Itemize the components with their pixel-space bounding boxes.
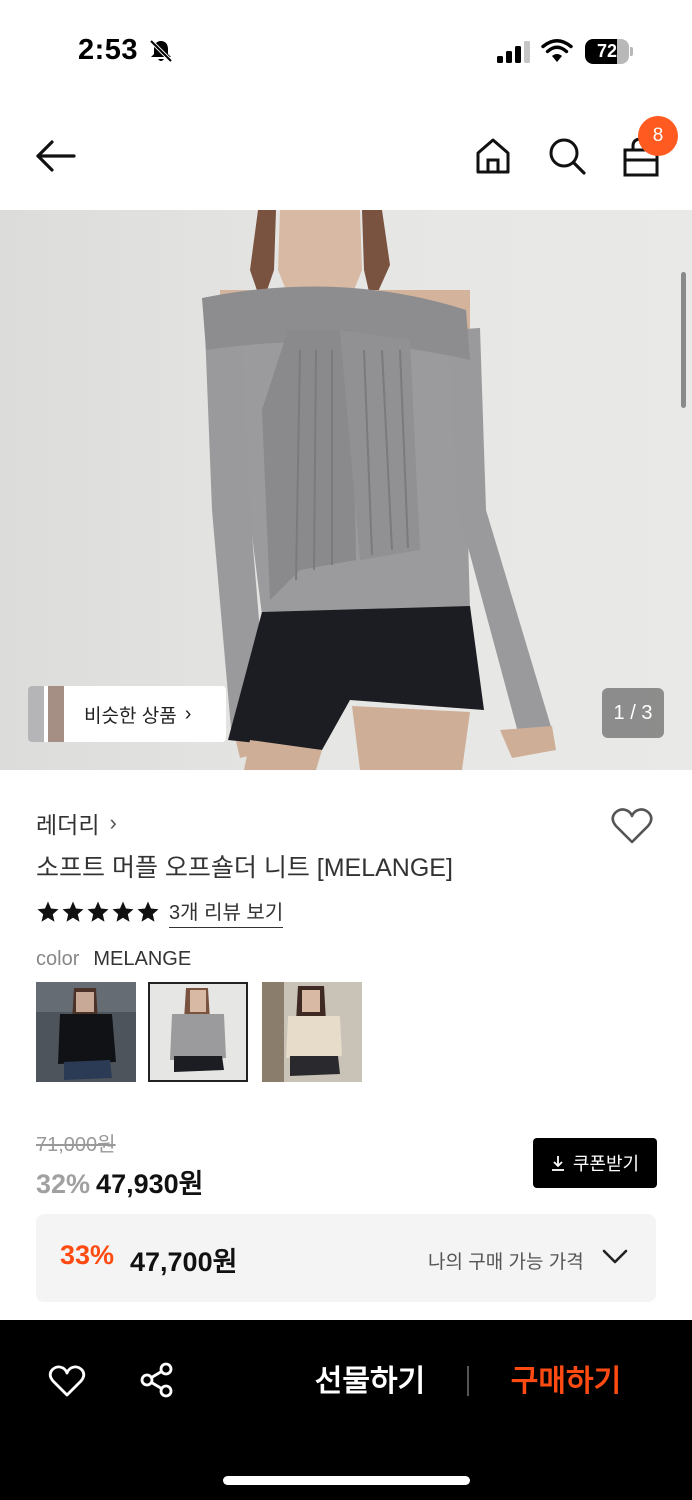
star-icon — [112, 901, 134, 922]
color-label: color — [36, 948, 80, 970]
status-time: 2:53 — [78, 34, 139, 66]
color-swatch-black[interactable] — [36, 982, 136, 1082]
coupon-label: 쿠폰받기 — [572, 1154, 640, 1174]
download-icon — [551, 1156, 564, 1171]
home-icon[interactable] — [474, 136, 512, 176]
chevron-right-icon: › — [109, 810, 117, 835]
back-arrow-icon[interactable] — [34, 136, 78, 176]
star-icon — [62, 901, 84, 922]
review-link[interactable]: 3개 리뷰 보기 — [169, 896, 284, 928]
color-swatch-melange[interactable] — [148, 982, 248, 1082]
product-title: 소프트 머플 오프숄더 니트 [MELANGE] — [36, 854, 453, 882]
home-indicator — [223, 1476, 470, 1485]
top-nav-bar — [0, 100, 692, 210]
discount-rate: 32% — [36, 1169, 91, 1199]
cart-count-badge: 8 — [638, 116, 678, 156]
image-page-indicator: 1 / 3 — [602, 688, 664, 738]
search-icon[interactable] — [546, 136, 588, 176]
wifi-icon — [541, 39, 573, 62]
best-price-label: 나의 구매 가능 가격 — [428, 1252, 584, 1273]
star-icon — [87, 901, 109, 922]
similar-product-thumbnail — [28, 686, 64, 742]
battery-level: 72 — [596, 41, 618, 61]
best-price-amount: 47,700원 — [130, 1247, 238, 1277]
coupon-download-button[interactable]: 쿠폰받기 — [533, 1138, 657, 1188]
star-icon — [137, 901, 159, 922]
rating-row: 3개 리뷰 보기 — [36, 896, 284, 928]
similar-products-label: 비슷한 상품 — [84, 705, 177, 727]
selected-color-name: MELANGE — [93, 948, 192, 970]
share-icon[interactable] — [140, 1362, 174, 1398]
heart-icon[interactable] — [48, 1364, 86, 1398]
wishlist-heart-icon[interactable] — [610, 806, 654, 846]
buy-button[interactable]: 구매하기 — [490, 1360, 642, 1404]
similar-products-button[interactable]: 비슷한 상품 › — [28, 686, 226, 742]
chevron-right-icon: › — [184, 702, 192, 725]
bottom-action-bar: 선물하기 구매하기 — [0, 1320, 692, 1500]
scroll-indicator[interactable] — [681, 272, 686, 408]
sale-price-row: 32% 47,930원 — [36, 1162, 203, 1201]
brand-link[interactable]: 레더리 › — [36, 806, 117, 840]
original-price: 71,000원 — [36, 1134, 116, 1156]
star-rating — [36, 900, 161, 924]
gift-button[interactable]: 선물하기 — [290, 1360, 450, 1404]
divider — [467, 1366, 469, 1396]
color-swatch-beige[interactable] — [262, 982, 362, 1082]
brand-name: 레더리 — [36, 812, 100, 838]
my-best-price-panel[interactable]: 33% 47,700원 나의 구매 가능 가격 — [36, 1214, 656, 1302]
best-discount-rate: 33% — [60, 1240, 115, 1270]
star-icon — [37, 901, 59, 922]
battery-icon: 72 — [585, 39, 633, 64]
status-bar: 2:53 72 — [0, 0, 692, 100]
color-option-row: color MELANGE — [36, 948, 191, 971]
bell-slash-icon — [149, 39, 173, 63]
cellular-signal-icon — [497, 41, 530, 63]
sale-price: 47,930원 — [96, 1169, 204, 1199]
chevron-down-icon[interactable] — [602, 1248, 628, 1266]
